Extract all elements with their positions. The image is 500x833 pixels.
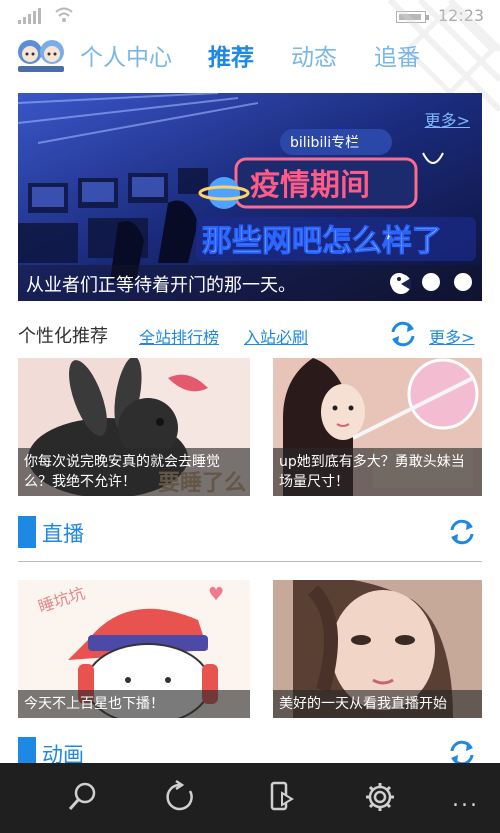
- more-options-button[interactable]: ...: [452, 787, 479, 812]
- personalized-header: 个性化推荐 全站排行榜 入站必刷 更多>: [18, 318, 482, 352]
- banner-dot[interactable]: [422, 273, 440, 291]
- search-icon[interactable]: [64, 779, 100, 815]
- tab-bangumi[interactable]: 追番: [374, 38, 420, 72]
- banner-logo-text: bilibili专栏: [290, 135, 359, 151]
- svg-text:♥: ♥: [208, 584, 224, 605]
- card-caption-bar: 今天不上百星也下播！: [18, 690, 250, 718]
- featured-banner[interactable]: bilibili专栏 疫情期间 那些网吧怎么样了 更多> 从业者们正等待着开门的…: [18, 93, 482, 301]
- cast-icon[interactable]: [264, 779, 300, 815]
- live-card[interactable]: 美好的一天从看我直播开始: [273, 580, 482, 718]
- top-navigation: 个人中心 推荐 动态 追番: [0, 32, 500, 82]
- card-caption: 美好的一天从看我直播开始: [279, 696, 447, 712]
- banner-headline-top: 疫情期间: [250, 168, 370, 203]
- refresh-icon[interactable]: [387, 318, 419, 350]
- banner-caption: 从业者们正等待着开门的那一天。: [26, 275, 296, 296]
- refresh-icon[interactable]: [446, 516, 478, 548]
- wifi-icon: [55, 7, 73, 22]
- card-caption-bar: up她到底有多大？勇敢头妹当场量尺寸！: [273, 448, 482, 496]
- live-card[interactable]: 睡坑坑 ♥ 今天不上百星也下播！: [18, 580, 250, 718]
- site-ranking-link[interactable]: 全站排行榜: [139, 324, 219, 348]
- settings-icon[interactable]: [362, 779, 398, 815]
- recommend-card[interactable]: 要睡了么 你每次说完晚安真的就会去睡觉么？我绝不允许！: [18, 358, 250, 496]
- tab-activity[interactable]: 动态: [291, 38, 337, 72]
- banner-dot[interactable]: [454, 273, 472, 291]
- live-section-header: 直播: [18, 512, 482, 552]
- section-divider: [18, 561, 482, 562]
- banner-dot-active[interactable]: [390, 273, 412, 295]
- card-caption-bar: 美好的一天从看我直播开始: [273, 690, 482, 718]
- tab-recommend[interactable]: 推荐: [208, 38, 254, 72]
- bottom-app-bar: ...: [0, 763, 500, 833]
- card-caption: 你每次说完晚安真的就会去睡觉么？我绝不允许！: [24, 454, 220, 490]
- banner-pagination: [390, 273, 472, 294]
- personalized-title: 个性化推荐: [18, 326, 108, 347]
- banner-headline-bottom: 那些网吧怎么样了: [202, 224, 442, 259]
- banner-caption-bar: 从业者们正等待着开门的那一天。: [18, 265, 482, 301]
- banner-more-link[interactable]: 更多>: [425, 107, 470, 131]
- user-avatar[interactable]: [14, 34, 68, 74]
- section-accent-bar: [18, 516, 36, 548]
- personalized-more-link[interactable]: 更多>: [429, 324, 474, 348]
- card-caption: 今天不上百星也下播！: [24, 696, 164, 712]
- tab-personal-center[interactable]: 个人中心: [80, 38, 172, 72]
- card-caption-bar: 你每次说完晚安真的就会去睡觉么？我绝不允许！: [18, 448, 250, 496]
- recommend-card[interactable]: up她到底有多大？勇敢头妹当场量尺寸！: [273, 358, 482, 496]
- card-caption: up她到底有多大？勇敢头妹当场量尺寸！: [279, 454, 465, 490]
- must-watch-link[interactable]: 入站必刷: [244, 324, 308, 348]
- signal-icon: [18, 8, 41, 24]
- refresh-icon[interactable]: [162, 779, 198, 815]
- live-section-title: 直播: [42, 522, 84, 546]
